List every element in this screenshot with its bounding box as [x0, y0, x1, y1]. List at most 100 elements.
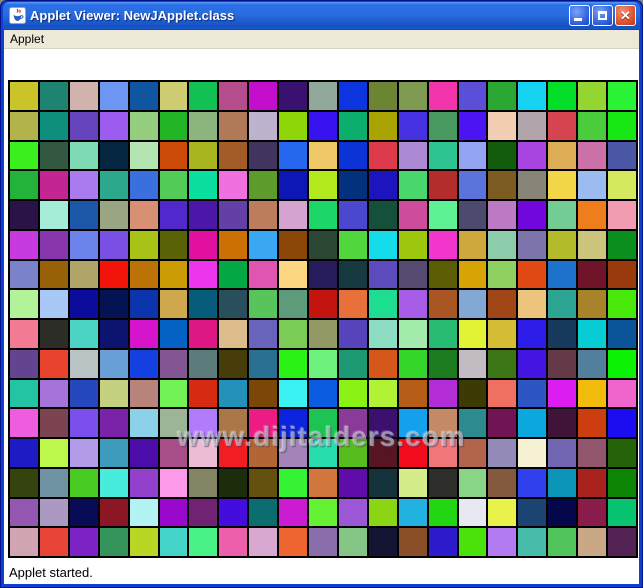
- grid-cell: [129, 468, 158, 497]
- grid-cell: [10, 230, 38, 259]
- grid-cell: [279, 409, 308, 437]
- grid-cell: [548, 141, 577, 170]
- grid-cell: [10, 201, 38, 229]
- grid-cell: [518, 379, 547, 408]
- grid-cell: [189, 409, 218, 437]
- grid-cell: [428, 290, 457, 318]
- maximize-icon: [598, 11, 607, 20]
- grid-cell: [99, 290, 128, 318]
- grid-cell: [69, 230, 98, 259]
- grid-cell: [548, 528, 577, 556]
- grid-cell: [608, 260, 636, 289]
- grid-cell: [10, 320, 38, 348]
- grid-cell: [219, 290, 248, 318]
- grid-cell: [159, 320, 188, 348]
- grid-cell: [548, 111, 577, 140]
- grid-cell: [488, 141, 517, 170]
- grid-cell: [249, 82, 278, 110]
- grid-cell: [279, 230, 308, 259]
- grid-cell: [69, 528, 98, 556]
- grid-cell: [458, 349, 487, 378]
- grid-cell: [338, 320, 367, 348]
- grid-cell: [398, 230, 427, 259]
- grid-cell: [69, 409, 98, 437]
- grid-cell: [428, 468, 457, 497]
- menu-item-applet[interactable]: Applet: [4, 31, 50, 47]
- grid-cell: [99, 141, 128, 170]
- minimize-icon: [574, 18, 582, 21]
- grid-cell: [39, 498, 68, 527]
- grid-cell: [578, 468, 607, 497]
- grid-cell: [69, 260, 98, 289]
- grid-cell: [129, 409, 158, 437]
- grid-cell: [398, 171, 427, 199]
- grid-cell: [548, 320, 577, 348]
- grid-cell: [99, 349, 128, 378]
- grid-cell: [69, 320, 98, 348]
- grid-cell: [99, 468, 128, 497]
- grid-cell: [159, 290, 188, 318]
- grid-cell: [458, 439, 487, 467]
- grid-cell: [69, 141, 98, 170]
- grid-cell: [39, 230, 68, 259]
- grid-cell: [608, 290, 636, 318]
- grid-cell: [189, 201, 218, 229]
- maximize-button[interactable]: [592, 5, 613, 26]
- grid-cell: [398, 528, 427, 556]
- grid-cell: [458, 290, 487, 318]
- grid-cell: [219, 320, 248, 348]
- grid-cell: [309, 290, 337, 318]
- grid-cell: [159, 171, 188, 199]
- grid-cell: [368, 201, 397, 229]
- grid-cell: [129, 290, 158, 318]
- grid-cell: [99, 379, 128, 408]
- grid-cell: [309, 379, 337, 408]
- grid-cell: [129, 82, 158, 110]
- grid-cell: [69, 111, 98, 140]
- close-button[interactable]: ✕: [615, 5, 636, 26]
- grid-cell: [608, 230, 636, 259]
- grid-cell: [249, 290, 278, 318]
- grid-cell: [548, 260, 577, 289]
- grid-cell: [578, 498, 607, 527]
- title-bar[interactable]: Applet Viewer: NewJApplet.class ✕: [3, 2, 640, 29]
- grid-cell: [39, 439, 68, 467]
- grid-cell: [189, 111, 218, 140]
- grid-cell: [219, 498, 248, 527]
- grid-cell: [159, 468, 188, 497]
- grid-cell: [518, 349, 547, 378]
- grid-cell: [338, 349, 367, 378]
- grid-cell: [428, 349, 457, 378]
- grid-cell: [279, 349, 308, 378]
- grid-cell: [368, 290, 397, 318]
- grid-cell: [578, 111, 607, 140]
- grid-cell: [279, 82, 308, 110]
- grid-cell: [219, 379, 248, 408]
- grid-cell: [488, 290, 517, 318]
- grid-cell: [608, 379, 636, 408]
- grid-cell: [279, 141, 308, 170]
- grid-cell: [548, 409, 577, 437]
- grid-cell: [458, 409, 487, 437]
- grid-cell: [129, 528, 158, 556]
- grid-cell: [189, 468, 218, 497]
- grid-cell: [548, 468, 577, 497]
- grid-cell: [129, 260, 158, 289]
- grid-cell: [279, 320, 308, 348]
- minimize-button[interactable]: [569, 5, 590, 26]
- grid-cell: [338, 230, 367, 259]
- grid-cell: [338, 528, 367, 556]
- grid-cell: [69, 379, 98, 408]
- grid-cell: [219, 201, 248, 229]
- grid-cell: [279, 498, 308, 527]
- grid-cell: [398, 260, 427, 289]
- menu-bar: Applet: [4, 30, 639, 49]
- grid-cell: [159, 379, 188, 408]
- grid-cell: [338, 379, 367, 408]
- grid-cell: [99, 409, 128, 437]
- grid-cell: [219, 82, 248, 110]
- grid-cell: [249, 111, 278, 140]
- grid-cell: [10, 379, 38, 408]
- grid-cell: [159, 409, 188, 437]
- grid-cell: [189, 498, 218, 527]
